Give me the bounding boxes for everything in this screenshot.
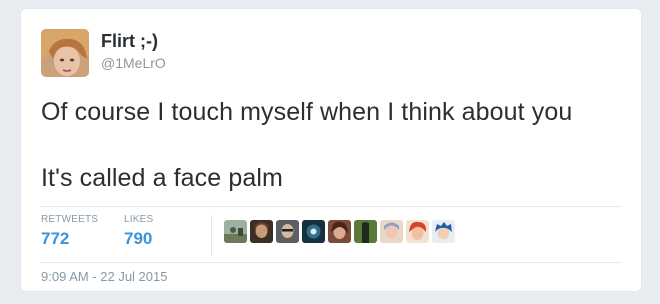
tweet-text-line: Of course I touch myself when I think ab…	[41, 98, 573, 126]
liker-avatar[interactable]	[302, 220, 325, 243]
liker-avatar[interactable]	[354, 220, 377, 243]
liker-avatar[interactable]	[224, 220, 247, 243]
author-display-name[interactable]: Flirt ;-)	[101, 31, 158, 52]
tweet-text-line: It's called a face palm	[41, 164, 283, 192]
retweets-label: RETWEETS	[41, 214, 99, 225]
liker-avatar[interactable]	[276, 220, 299, 243]
liker-avatar[interactable]	[380, 220, 403, 243]
tweet-card: Flirt ;-) @1MeLrO Of course I touch myse…	[20, 8, 642, 292]
tweet-text: Of course I touch myself when I think ab…	[41, 97, 621, 193]
tweet-text-gap	[41, 127, 621, 163]
liker-avatar[interactable]	[406, 220, 429, 243]
author-avatar[interactable]	[41, 29, 89, 77]
stats-separator	[211, 215, 212, 255]
retweets-count[interactable]: 772	[41, 229, 98, 249]
likes-stat[interactable]: LIKES 790	[124, 214, 153, 249]
author-screen-name[interactable]: @1MeLrO	[101, 55, 166, 71]
likes-label: LIKES	[124, 214, 154, 225]
liker-avatar[interactable]	[250, 220, 273, 243]
tweet-timestamp[interactable]: 9:09 AM - 22 Jul 2015	[41, 269, 167, 284]
likes-count[interactable]: 790	[124, 229, 153, 249]
liker-avatar[interactable]	[328, 220, 351, 243]
liker-avatars	[224, 220, 455, 246]
retweets-stat[interactable]: RETWEETS 772	[41, 214, 98, 249]
stats-divider-bottom	[41, 262, 621, 263]
liker-avatar[interactable]	[432, 220, 455, 243]
stats-divider-top	[41, 206, 621, 207]
